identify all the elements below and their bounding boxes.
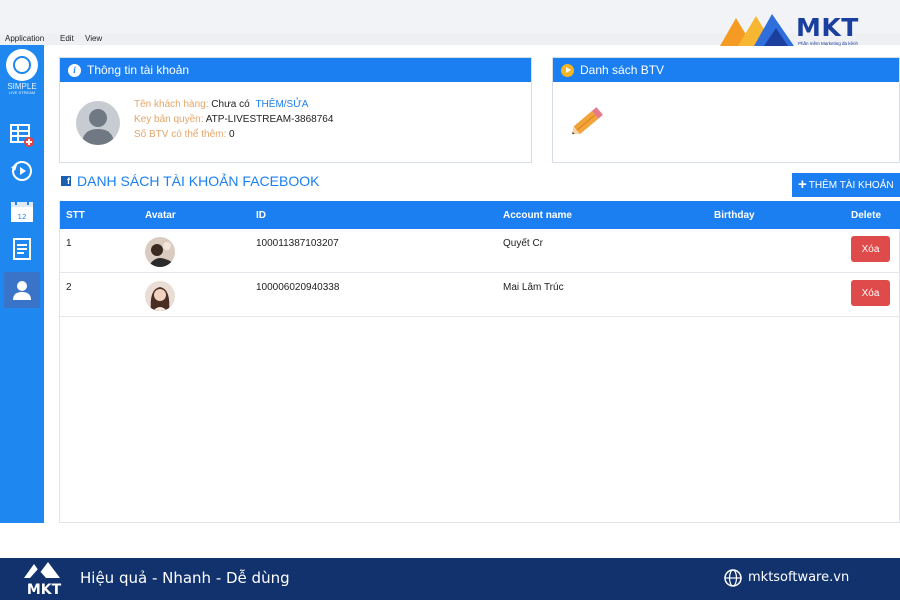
header-avatar: Avatar [145, 210, 176, 221]
user-account-icon[interactable] [4, 272, 40, 308]
delete-button[interactable]: Xóa [851, 280, 890, 306]
row-account-name: Quyết Cr [503, 238, 544, 249]
btv-count-value: 0 [229, 129, 235, 140]
account-info-card: i Thông tin tài khoản Tên khách hàng: Ch… [59, 57, 532, 163]
license-key-label: Key bản quyền: [134, 114, 204, 125]
menu-edit[interactable]: Edit [60, 34, 74, 43]
row-stt: 2 [66, 282, 72, 293]
row-account-name: Mai Lâm Trúc [503, 282, 564, 293]
customer-name-line: Tên khách hàng: Chưa có THÊM/SỬA [134, 99, 308, 110]
table-row[interactable]: 2 100006020940338 Mai Lâm Trúc Xóa [60, 273, 900, 317]
footer-website[interactable]: mktsoftware.vn [748, 570, 849, 585]
header-account-name: Account name [503, 210, 572, 221]
table-header: STT Avatar ID Account name Birthday Dele… [60, 201, 900, 229]
mkt-footer-logo: MKT [20, 560, 68, 598]
row-id: 100011387103207 [256, 238, 339, 249]
history-icon[interactable] [5, 155, 39, 187]
edit-customer-link[interactable]: THÊM/SỬA [255, 99, 308, 110]
btv-count-label: Số BTV có thể thêm: [134, 129, 227, 140]
account-info-title: Thông tin tài khoản [87, 63, 190, 77]
svg-text:MKT: MKT [27, 582, 62, 598]
header-stt: STT [66, 210, 85, 221]
pencil-icon[interactable] [567, 98, 611, 147]
license-key-line: Key bản quyền: ATP-LIVESTREAM-3868764 [134, 114, 333, 125]
add-table-icon[interactable] [5, 119, 39, 151]
row-stt: 1 [66, 238, 72, 249]
menu-application[interactable]: Application [5, 34, 44, 43]
app-sub-name: LIVE STREAM [8, 90, 36, 95]
btv-count-line: Số BTV có thể thêm: 0 [134, 129, 235, 140]
row-avatar [145, 281, 175, 311]
btv-list-card: Danh sách BTV [552, 57, 900, 163]
plus-icon: + [798, 176, 807, 193]
mkt-tagline: Phần mềm Marketing đa kênh [798, 41, 859, 46]
info-icon: i [68, 63, 81, 77]
header-birthday: Birthday [714, 210, 755, 221]
calendar-box-icon[interactable]: 12 [5, 195, 39, 227]
header-id: ID [256, 210, 266, 221]
mkt-brand-name: MKT [796, 13, 859, 42]
globe-icon [724, 569, 742, 587]
mkt-logo: MKT Phần mềm Marketing đa kênh [718, 10, 893, 50]
mkt-logo-mark-icon [720, 14, 794, 46]
btv-list-title: Danh sách BTV [580, 63, 665, 77]
avatar [76, 101, 120, 145]
sidebar: SIMPLE LIVE STREAM 12 [0, 45, 44, 523]
add-account-label: THÊM TÀI KHOẢN [808, 179, 894, 191]
facebook-icon: f [61, 176, 71, 186]
customer-name-label: Tên khách hàng: [134, 99, 209, 110]
svg-text:12: 12 [18, 213, 27, 221]
fb-accounts-table: STT Avatar ID Account name Birthday Dele… [59, 201, 900, 523]
table-row[interactable]: 1 100011387103207 Quyết Cr Xóa [60, 229, 900, 273]
fb-accounts-title: f DANH SÁCH TÀI KHOẢN FACEBOOK [61, 173, 319, 189]
add-account-button[interactable]: + THÊM TÀI KHOẢN [792, 173, 900, 197]
footer-bar: MKT Hiệu quả - Nhanh - Dễ dùng mktsoftwa… [0, 558, 900, 600]
account-info-header: i Thông tin tài khoản [60, 58, 531, 82]
document-icon[interactable] [5, 233, 39, 265]
btv-list-header: Danh sách BTV [553, 58, 899, 82]
menu-view[interactable]: View [85, 34, 102, 43]
customer-name-value: Chưa có [211, 99, 250, 110]
play-icon [561, 63, 574, 77]
license-key-value: ATP-LIVESTREAM-3868764 [205, 114, 334, 125]
app-logo-icon [6, 49, 38, 81]
row-id: 100006020940338 [256, 282, 340, 293]
row-avatar [145, 237, 175, 267]
footer-slogan: Hiệu quả - Nhanh - Dễ dùng [80, 569, 290, 587]
fb-accounts-title-text: DANH SÁCH TÀI KHOẢN FACEBOOK [77, 173, 320, 189]
delete-button[interactable]: Xóa [851, 236, 890, 262]
header-delete: Delete [851, 210, 882, 221]
